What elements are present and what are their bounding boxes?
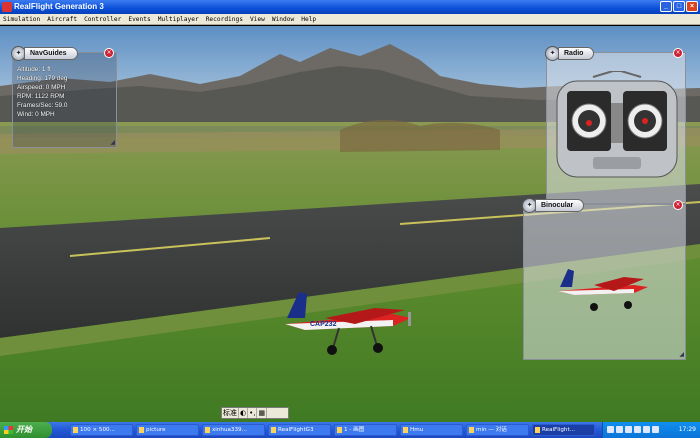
heading-readout: Heading: 179 deg	[17, 75, 68, 83]
taskbar-item-label: 1 - 画图	[344, 427, 365, 433]
taskbar-item-label: picture	[146, 427, 166, 433]
menu-controller[interactable]: Controller	[84, 14, 121, 24]
binocular-title: Binocular	[535, 198, 585, 212]
start-label: 开始	[16, 425, 32, 434]
binocular-resize-grip-icon[interactable]: ◢	[679, 351, 684, 358]
ime-toolbar[interactable]: 标准 ◐ •, ▦	[221, 407, 289, 419]
aircraft[interactable]: CAP232	[275, 288, 420, 358]
radio-panel[interactable]: ✦ Radio ×	[545, 45, 686, 204]
aircraft-registration: CAP232	[310, 321, 337, 328]
ime-keyboard-icon[interactable]: ▦	[257, 408, 268, 418]
tray-icon[interactable]	[634, 426, 641, 433]
tray-icon[interactable]	[607, 426, 614, 433]
taskbar: 开始 100 × 500... picture xinhua339... Rea…	[0, 422, 700, 438]
taskbar-item[interactable]: Hmu	[400, 424, 463, 436]
paint-icon	[337, 427, 342, 433]
flight-viewport[interactable]: CAP232 ✦ NavGuides × Altitude: 1 ft Head…	[0, 26, 700, 422]
wind-readout: Wind: 0 MPH	[17, 111, 55, 119]
app-icon	[535, 427, 540, 433]
minimize-button[interactable]: _	[660, 1, 672, 12]
window-title: RealFlight Generation 3	[14, 2, 104, 11]
volume-icon[interactable]	[652, 426, 659, 433]
menu-events[interactable]: Events	[128, 14, 150, 24]
transmitter-graphic	[556, 71, 678, 178]
ime-mode[interactable]: 标准	[222, 408, 239, 418]
windows-logo-icon	[4, 426, 13, 434]
navguides-readouts: Altitude: 1 ft Heading: 179 deg Airspeed…	[17, 65, 67, 120]
menu-help[interactable]: Help	[301, 14, 316, 24]
binocular-close-button[interactable]: ×	[673, 200, 683, 210]
taskbar-item[interactable]: RealFlightG3	[268, 424, 331, 436]
taskbar-item-label: RealFlightG3	[278, 427, 314, 433]
tray-icon[interactable]	[643, 426, 650, 433]
menu-view[interactable]: View	[250, 14, 265, 24]
window-titlebar[interactable]: RealFlight Generation 3 _ □ ×	[0, 0, 700, 14]
taskbar-item-realflight[interactable]: RealFlight...	[532, 424, 595, 436]
start-button[interactable]: 开始	[0, 422, 52, 438]
taskbar-item[interactable]: xinhua339...	[202, 424, 265, 436]
menu-simulation[interactable]: Simulation	[3, 14, 40, 24]
chat-icon	[469, 427, 474, 433]
taskbar-item[interactable]: 100 × 500...	[70, 424, 133, 436]
window-icon	[403, 427, 408, 433]
window-icon	[73, 427, 78, 433]
folder-icon	[139, 427, 144, 433]
tray-icon[interactable]	[625, 426, 632, 433]
altitude-readout: Altitude: 1 ft	[17, 66, 51, 73]
menu-aircraft[interactable]: Aircraft	[47, 14, 77, 24]
menu-multiplayer[interactable]: Multiplayer	[158, 14, 199, 24]
taskbar-item-label: RealFlight...	[542, 427, 576, 433]
menu-window[interactable]: Window	[272, 14, 294, 24]
resize-grip-icon[interactable]: ◢	[110, 139, 115, 146]
navguides-close-button[interactable]: ×	[104, 48, 114, 58]
radio-title: Radio	[558, 46, 595, 60]
binocular-panel[interactable]: ✦ Binocular × ◢	[522, 197, 686, 360]
taskbar-item[interactable]: min — 对话	[466, 424, 529, 436]
taskbar-item-label: min — 对话	[476, 427, 507, 433]
taskbar-item[interactable]: 1 - 画图	[334, 424, 397, 436]
browser-icon	[205, 427, 210, 433]
radio-close-button[interactable]: ×	[673, 48, 683, 58]
menu-recordings[interactable]: Recordings	[206, 14, 243, 24]
navguides-panel[interactable]: ✦ NavGuides × Altitude: 1 ft Heading: 17…	[11, 45, 117, 148]
app-icon	[2, 2, 12, 12]
ime-punct-icon[interactable]: •,	[248, 408, 258, 418]
folder-icon	[271, 427, 276, 433]
fps-readout: Frames/Sec: 59.0	[17, 102, 68, 110]
taskbar-item-label: 100 × 500...	[80, 427, 115, 433]
taskbar-item-label: Hmu	[410, 427, 424, 433]
navguides-title: NavGuides	[24, 46, 78, 60]
system-tray: 17:29	[602, 422, 700, 438]
airspeed-readout: Airspeed: 0 MPH	[17, 84, 66, 92]
tray-icon[interactable]	[616, 426, 623, 433]
clock[interactable]: 17:29	[679, 426, 696, 433]
menu-bar: Simulation Aircraft Controller Events Mu…	[0, 14, 700, 25]
close-button[interactable]: ×	[686, 1, 698, 12]
taskbar-item[interactable]: picture	[136, 424, 199, 436]
rpm-readout: RPM: 1122 RPM	[17, 93, 65, 101]
maximize-button[interactable]: □	[673, 1, 685, 12]
ime-moon-icon[interactable]: ◐	[239, 408, 249, 418]
binocular-aircraft-view	[558, 269, 648, 311]
taskbar-item-label: xinhua339...	[212, 427, 247, 433]
